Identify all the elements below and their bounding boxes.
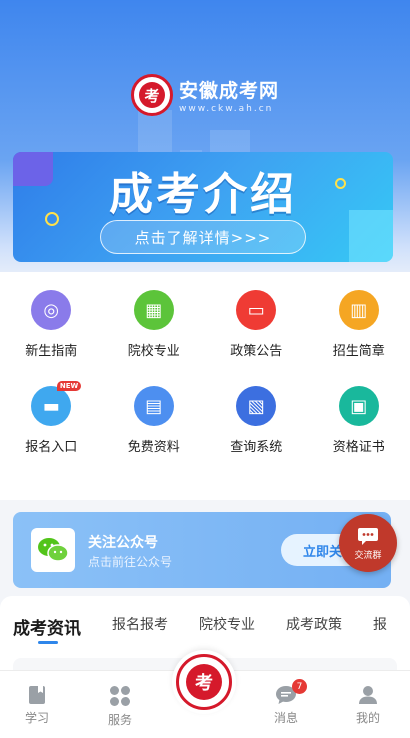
intro-banner[interactable]: 成考介绍 点击了解详情>>> [13, 152, 393, 262]
banner-title: 成考介绍 [109, 169, 297, 220]
study-icon [29, 686, 45, 704]
tab-profile[interactable]: 我的 [338, 685, 398, 726]
certificate-icon: ▣ [338, 386, 379, 426]
menu-item[interactable]: ▣ 资格证书 [308, 386, 410, 470]
menu-item-label: 查询系统 [230, 440, 283, 455]
compass-icon: ◎ [31, 290, 72, 330]
quick-menu-grid: ◎ 新生指南 ▦ 院校专业 ▭ 政策公告 ▥ 招生简章 ▬ NEW 报名入口 ▤ 免费资料 ▧ 查询系统 ▣ 资… [0, 290, 410, 470]
building-icon: ▦ [133, 290, 174, 330]
news-tabs: 成考资讯 报名报考 院校专业 成考政策 报 [13, 614, 387, 639]
grid-icon [110, 686, 130, 706]
menu-item-label: 资格证书 [332, 440, 385, 455]
tab-home-center-button[interactable]: 考 [172, 650, 236, 714]
news-tab[interactable]: 成考资讯 [13, 614, 81, 639]
document-search-icon: ▧ [236, 386, 277, 426]
follow-subtitle: 点击前往公众号 [88, 555, 173, 569]
menu-item-label: 新生指南 [25, 344, 78, 359]
news-tab[interactable]: 院校专业 [199, 614, 255, 639]
menu-item[interactable]: ▤ 免费资料 [103, 386, 206, 470]
menu-item[interactable]: ▦ 院校专业 [103, 290, 206, 374]
new-badge: NEW [56, 381, 82, 391]
wechat-icon [31, 528, 75, 572]
tab-study[interactable]: 学习 [7, 685, 67, 726]
menu-item-label: 报名入口 [25, 440, 78, 455]
menu-item[interactable]: ▬ NEW 报名入口 [0, 381, 103, 470]
menu-item-label: 政策公告 [230, 344, 283, 359]
site-name: 安徽成考网 [178, 80, 279, 102]
tab-messages[interactable]: 7 消息 [256, 679, 316, 726]
news-tab[interactable]: 报 [373, 614, 387, 639]
chat-group-button[interactable]: 交流群 [339, 514, 397, 572]
monitor-icon: ▬ NEW [31, 381, 82, 426]
chat-bubble-icon [358, 527, 378, 545]
menu-item[interactable]: ▭ 政策公告 [205, 290, 308, 374]
menu-item-label: 院校专业 [127, 344, 180, 359]
book-icon: ▤ [133, 386, 174, 426]
profile-icon [359, 686, 377, 704]
chat-group-label: 交流群 [354, 550, 382, 561]
unread-badge: 7 [292, 679, 307, 694]
menu-item[interactable]: ▥ 招生简章 [308, 290, 410, 374]
laptop-icon: ▭ [236, 290, 277, 330]
tab-service[interactable]: 服务 [90, 685, 150, 728]
quick-menu: ◎ 新生指南 ▦ 院校专业 ▭ 政策公告 ▥ 招生简章 ▬ NEW 报名入口 ▤ 免费资料 ▧ 查询系统 ▣ 资… [0, 272, 410, 500]
follow-official-account-card[interactable]: 关注公众号 点击前往公众号 立即关 [13, 512, 391, 588]
site-logo: 考 安徽成考网 www.ckw.ah.cn [0, 74, 410, 116]
follow-title: 关注公众号 [88, 535, 158, 551]
active-tab-indicator [38, 641, 58, 644]
menu-item-label: 招生简章 [332, 344, 385, 359]
brochure-icon: ▥ [338, 290, 379, 330]
news-tab[interactable]: 报名报考 [112, 614, 168, 639]
logo-emblem-icon: 考 [130, 74, 173, 116]
menu-item[interactable]: ◎ 新生指南 [0, 290, 103, 374]
menu-item[interactable]: ▧ 查询系统 [205, 386, 308, 470]
site-url: www.ckw.ah.cn [178, 104, 274, 114]
news-tab[interactable]: 成考政策 [286, 614, 342, 639]
logo-emblem-icon: 考 [176, 654, 232, 710]
banner-details-button[interactable]: 点击了解详情>>> [100, 220, 306, 254]
menu-item-label: 免费资料 [127, 440, 180, 455]
